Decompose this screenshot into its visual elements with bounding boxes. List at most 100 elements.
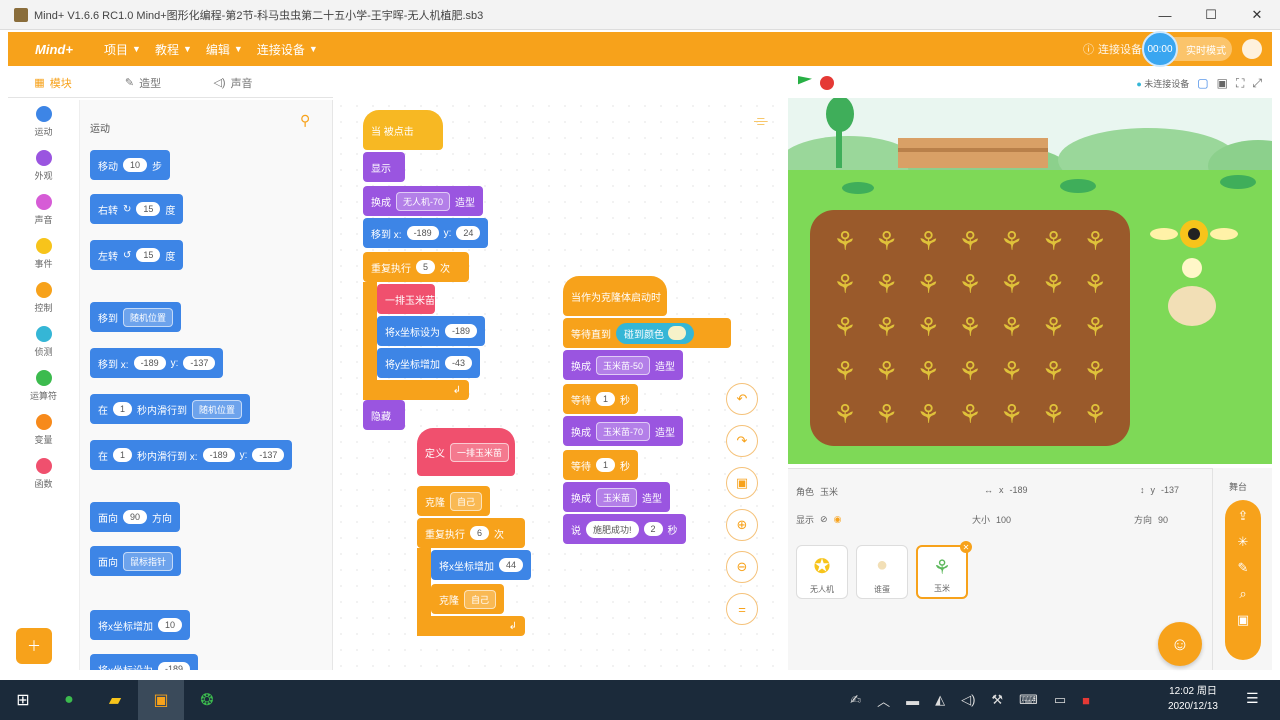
block-goto-random[interactable]: 移到 随机位置	[90, 302, 182, 332]
block-dropdown[interactable]: 鼠标指针	[123, 551, 174, 571]
block-dropdown[interactable]: 自己	[464, 589, 497, 609]
block-wait[interactable]: 等待 1 秒	[563, 384, 639, 414]
zoom-out-button[interactable]: ⊖	[726, 551, 758, 583]
small-stage-icon[interactable]: ▢	[1197, 76, 1208, 90]
expand-icon[interactable]: ⤢	[1252, 76, 1262, 91]
block-turn-right[interactable]: 右转 ↻ 15 度	[90, 194, 184, 224]
menu-project[interactable]: 项目 ▼	[104, 41, 141, 58]
category-sound[interactable]: 声音	[8, 188, 79, 232]
show-eye-icon[interactable]: ◉	[834, 514, 842, 525]
category-control[interactable]: 控制	[8, 276, 79, 320]
folder-icon[interactable]: ▰	[92, 680, 138, 720]
tab-costumes[interactable]: ✎ 造型	[98, 68, 188, 97]
block-input[interactable]: 10	[158, 618, 183, 632]
block-glide-xy[interactable]: 在 1 秒内滑行到 x: -189 y: -137	[90, 440, 293, 470]
block-input[interactable]: 90	[123, 510, 148, 524]
notification-icon[interactable]: ☰	[1246, 690, 1266, 710]
large-stage-icon[interactable]: ▣	[1217, 76, 1228, 90]
block-input[interactable]: 2	[643, 522, 663, 536]
minimize-button[interactable]: —	[1142, 0, 1188, 30]
redo-button[interactable]: ↷	[726, 425, 758, 457]
block-hide[interactable]: 隐藏	[363, 400, 405, 430]
block-dropdown[interactable]: 玉米苗-50	[596, 355, 651, 375]
category-functions[interactable]: 函数	[8, 452, 79, 496]
category-sensing[interactable]: 侦测	[8, 320, 79, 364]
color-swatch[interactable]	[668, 326, 686, 340]
block-input-x[interactable]: -189	[202, 448, 235, 462]
volume-icon[interactable]: ◁)	[961, 692, 975, 708]
category-operators[interactable]: 运算符	[8, 364, 79, 408]
pin-icon[interactable]: ⚲	[300, 112, 310, 129]
block-show[interactable]: 显示	[363, 152, 405, 182]
block-input-y[interactable]: 24	[456, 226, 481, 240]
block-input[interactable]: -43	[445, 356, 473, 370]
block-input-x[interactable]: -189	[406, 226, 439, 240]
block-input-y[interactable]: -137	[252, 448, 285, 462]
block-input-y[interactable]: -137	[183, 356, 216, 370]
hide-eye-icon[interactable]: ⊘	[820, 514, 828, 525]
block-goto-xy[interactable]: 移到 x: -189 y: -137	[90, 348, 224, 378]
block-turn-left[interactable]: 左转 ↺ 15 度	[90, 240, 184, 270]
block-switch-costume[interactable]: 换成 玉米苗 造型	[563, 482, 671, 512]
block-move[interactable]: 移动 10 步	[90, 150, 171, 180]
block-switch-costume[interactable]: 换成 玉米苗-70 造型	[563, 416, 684, 446]
block-set-x[interactable]: 将x坐标设为 -189	[377, 316, 486, 346]
undo-button[interactable]: ↶	[726, 383, 758, 415]
block-glide-random[interactable]: 在 1 秒内滑行到 随机位置	[90, 394, 251, 424]
block-input[interactable]: -189	[445, 324, 478, 338]
connect-device-button[interactable]: ⓘ 连接设备	[1083, 41, 1142, 57]
block-say-for-secs[interactable]: 说施肥成功! 2 秒	[563, 514, 686, 544]
pen-icon[interactable]: ✍	[850, 692, 861, 708]
block-dropdown[interactable]: 随机位置	[192, 399, 243, 419]
browser-icon[interactable]: ●	[46, 680, 92, 720]
mind-plus-app-icon[interactable]: ▣	[138, 680, 184, 720]
sprite-name-input[interactable]: 玉米	[820, 485, 838, 498]
block-clone[interactable]: 克隆 自己	[431, 584, 505, 614]
block-dropdown[interactable]: 玉米苗-70	[596, 421, 651, 441]
zoom-reset-button[interactable]: =	[726, 593, 758, 625]
wechat-icon[interactable]: ❂	[184, 680, 230, 720]
mode-toggle[interactable]: 00:00 实时模式	[1142, 31, 1232, 67]
tab-blocks[interactable]: ▦ 模块	[8, 68, 98, 97]
block-repeat[interactable]: 重复执行 6 次	[417, 518, 525, 548]
block-when-clone-start[interactable]: 当作为克隆体启动时	[563, 276, 667, 316]
category-looks[interactable]: 外观	[8, 144, 79, 188]
extensions-button[interactable]: ＋	[16, 628, 52, 664]
block-input[interactable]: 1	[113, 402, 133, 416]
block-input-x[interactable]: -189	[133, 356, 166, 370]
block-call-function[interactable]: 一排玉米苗	[377, 284, 435, 314]
block-input[interactable]: 15	[136, 248, 161, 262]
sprite-corn[interactable]: ⚘ 玉米 ✕	[916, 541, 972, 599]
size-input[interactable]: 100	[996, 515, 1011, 525]
security-icon[interactable]: ■	[1082, 693, 1090, 708]
block-input[interactable]: -189	[158, 662, 191, 670]
zoom-in-button[interactable]: ⊕	[726, 509, 758, 541]
block-input[interactable]: 施肥成功!	[586, 520, 639, 538]
block-point-towards[interactable]: 面向 鼠标指针	[90, 546, 182, 576]
menu-tutorial[interactable]: 教程 ▼	[155, 41, 192, 58]
image-icon[interactable]: ▣	[1237, 612, 1249, 628]
windows-start-icon[interactable]: ⊞	[0, 680, 46, 720]
block-dropdown[interactable]: 玉米苗	[596, 487, 638, 507]
category-variables[interactable]: 变量	[8, 408, 79, 452]
block-change-x[interactable]: 将x坐标增加 10	[90, 610, 191, 640]
stage[interactable]: ⚘ ⚘ ⚘ ⚘ ⚘ ⚘ ⚘ ⚘ ⚘ ⚘ ⚘ ⚘ ⚘ ⚘ ⚘ ⚘ ⚘ ⚘ ⚘ ⚘ ⚘ ⚘ ⚘ ⚘ ⚘ ⚘ ⚘ ⚘ ⚘ ⚘ ⚘ ⚘ ⚘ ⚘ ⚘	[788, 98, 1272, 464]
category-motion[interactable]: 运动	[8, 100, 79, 144]
maximize-button[interactable]: ☐	[1188, 0, 1234, 30]
block-repeat[interactable]: 重复执行 5 次	[363, 252, 469, 282]
menu-edit[interactable]: 编辑 ▼	[206, 41, 243, 58]
keyboard-icon[interactable]: ⌨	[1019, 692, 1038, 708]
block-clone[interactable]: 克隆 自己	[417, 486, 491, 516]
block-define[interactable]: 定义 一排玉米苗	[417, 428, 515, 476]
block-input[interactable]: 1	[596, 458, 616, 472]
tool-icon[interactable]: ⚒	[991, 692, 1003, 708]
fullscreen-icon[interactable]: ⛶	[1236, 76, 1244, 91]
block-input[interactable]: 10	[123, 158, 148, 172]
tablet-icon[interactable]: ▭	[1054, 692, 1066, 708]
block-switch-costume[interactable]: 换成 玉米苗-50 造型	[563, 350, 684, 380]
block-goto-xy[interactable]: 移到 x: -189 y: 24	[363, 218, 489, 248]
x-input[interactable]: -189	[1010, 485, 1028, 495]
upload-icon[interactable]: ⇪	[1238, 508, 1249, 524]
block-touching-color[interactable]: 碰到颜色	[616, 322, 694, 344]
block-change-y[interactable]: 将y坐标增加 -43	[377, 348, 481, 378]
